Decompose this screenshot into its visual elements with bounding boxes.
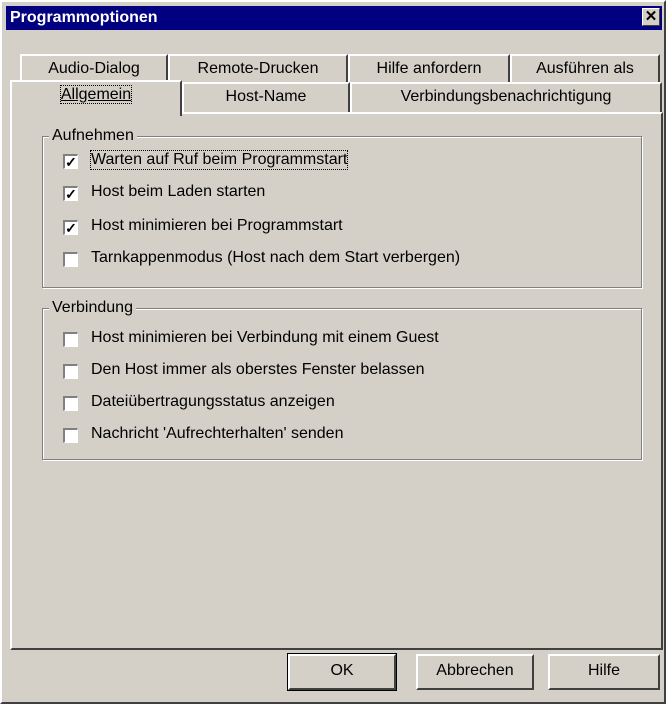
- help-button[interactable]: Hilfe: [548, 654, 660, 690]
- checkbox-box[interactable]: [63, 252, 78, 267]
- group-aufnehmen: Aufnehmen ✓ Warten auf Ruf beim Programm…: [42, 127, 642, 288]
- cancel-label: Abbrechen: [436, 662, 514, 679]
- checkbox-box[interactable]: [63, 428, 78, 443]
- checkbox-box[interactable]: [63, 332, 78, 347]
- checkbox-label: Nachricht 'Aufrechterhalten' senden: [91, 425, 344, 442]
- tab-verbindungsbenachrichtigung[interactable]: Verbindungsbenachrichtigung: [350, 82, 662, 114]
- checkbox-box[interactable]: ✓: [63, 220, 78, 235]
- group-label-aufnehmen: Aufnehmen: [49, 127, 137, 145]
- group-label-verbindung: Verbindung: [49, 299, 136, 317]
- checkbox-box[interactable]: ✓: [63, 154, 78, 169]
- tab-audio-dialog[interactable]: Audio-Dialog: [20, 54, 168, 82]
- tab-panel-allgemein: Aufnehmen ✓ Warten auf Ruf beim Programm…: [10, 112, 663, 650]
- checkbox-label: Dateiübertragungsstatus anzeigen: [91, 393, 335, 410]
- group-verbindung: Verbindung Host minimieren bei Verbindun…: [42, 299, 642, 460]
- tab-label: Hilfe anfordern: [376, 60, 482, 77]
- close-button[interactable]: ✕: [642, 8, 660, 26]
- checkbox-label: Tarnkappenmodus (Host nach dem Start ver…: [91, 249, 461, 266]
- cancel-button[interactable]: Abbrechen: [416, 654, 534, 690]
- close-icon: ✕: [644, 8, 658, 25]
- tab-label: Remote-Drucken: [197, 60, 319, 77]
- help-label: Hilfe: [587, 662, 620, 679]
- tab-label: Verbindungsbenachrichtigung: [400, 88, 612, 105]
- checkbox-label: Host minimieren bei Programmstart: [91, 217, 343, 234]
- title-bar[interactable]: Programmoptionen ✕: [6, 6, 662, 30]
- tab-hilfe-anfordern[interactable]: Hilfe anfordern: [348, 54, 510, 82]
- ok-label: OK: [330, 662, 354, 679]
- tab-allgemein[interactable]: Allgemein: [10, 80, 182, 116]
- checkbox-box[interactable]: [63, 396, 78, 411]
- checkbox-box[interactable]: [63, 364, 78, 379]
- check-icon: ✓: [65, 186, 77, 202]
- checkbox-label: Host minimieren bei Verbindung mit einem…: [91, 329, 439, 346]
- tab-label: Host-Name: [225, 88, 307, 105]
- tab-ausfuehren-als[interactable]: Ausführen als: [510, 54, 660, 82]
- tab-label: Ausführen als: [536, 60, 634, 77]
- checkbox-label: Warten auf Ruf beim Programmstart: [89, 150, 349, 170]
- ok-button[interactable]: OK: [287, 653, 397, 691]
- tab-remote-drucken[interactable]: Remote-Drucken: [168, 54, 348, 82]
- check-icon: ✓: [65, 154, 77, 170]
- tab-label: Allgemein: [59, 85, 133, 104]
- checkbox-label: Den Host immer als oberstes Fenster bela…: [91, 361, 425, 378]
- check-icon: ✓: [65, 220, 77, 236]
- window-title: Programmoptionen: [10, 9, 158, 26]
- checkbox-box[interactable]: ✓: [63, 186, 78, 201]
- tab-label: Audio-Dialog: [48, 60, 140, 77]
- checkbox-label: Host beim Laden starten: [91, 183, 266, 200]
- tab-host-name[interactable]: Host-Name: [182, 82, 350, 114]
